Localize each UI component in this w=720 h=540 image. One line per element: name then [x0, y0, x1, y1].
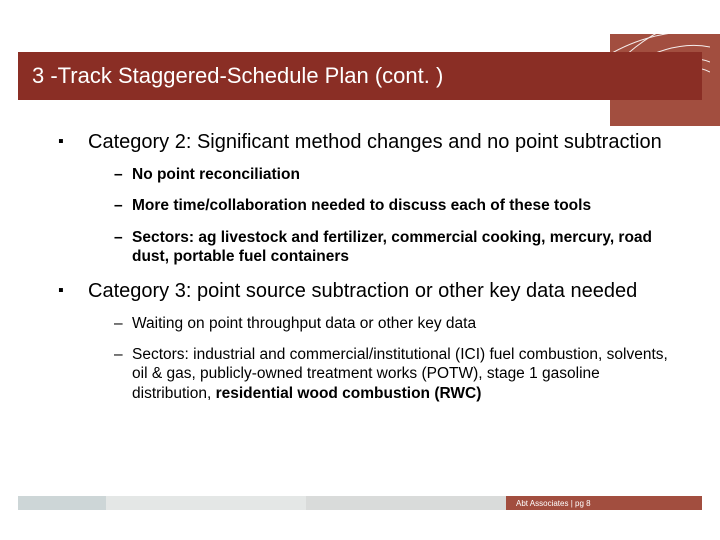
bullet-text-bold: residential wood combustion (RWC)	[216, 385, 482, 402]
bullet-level2: Sectors: ag livestock and fertilizer, co…	[114, 228, 678, 267]
header-band: 3 -Track Staggered-Schedule Plan (cont. …	[18, 52, 702, 100]
slide-body: Category 2: Significant method changes a…	[58, 130, 678, 415]
footer-bar-3	[306, 496, 506, 510]
footer-label: Abt Associates | pg 8	[516, 499, 591, 508]
bullet-level2: No point reconciliation	[114, 165, 678, 184]
sub-items: No point reconciliation More time/collab…	[58, 163, 678, 267]
bullet-level1: Category 2: Significant method changes a…	[58, 130, 678, 155]
footer-bar-2	[106, 496, 306, 510]
bullet-level2: Sectors: industrial and commercial/insti…	[114, 345, 678, 403]
sub-items: Waiting on point throughput data or othe…	[58, 312, 678, 404]
bullet-level2: Waiting on point throughput data or othe…	[114, 314, 678, 333]
bullet-level2: More time/collaboration needed to discus…	[114, 196, 678, 215]
slide: 3 -Track Staggered-Schedule Plan (cont. …	[0, 0, 720, 540]
bullet-block: Category 3: point source subtraction or …	[58, 279, 678, 404]
footer-bar-brand: Abt Associates | pg 8	[506, 496, 702, 510]
footer-bar-1	[18, 496, 106, 510]
slide-title: 3 -Track Staggered-Schedule Plan (cont. …	[18, 63, 443, 89]
bullet-block: Category 2: Significant method changes a…	[58, 130, 678, 267]
bullet-level1: Category 3: point source subtraction or …	[58, 279, 678, 304]
